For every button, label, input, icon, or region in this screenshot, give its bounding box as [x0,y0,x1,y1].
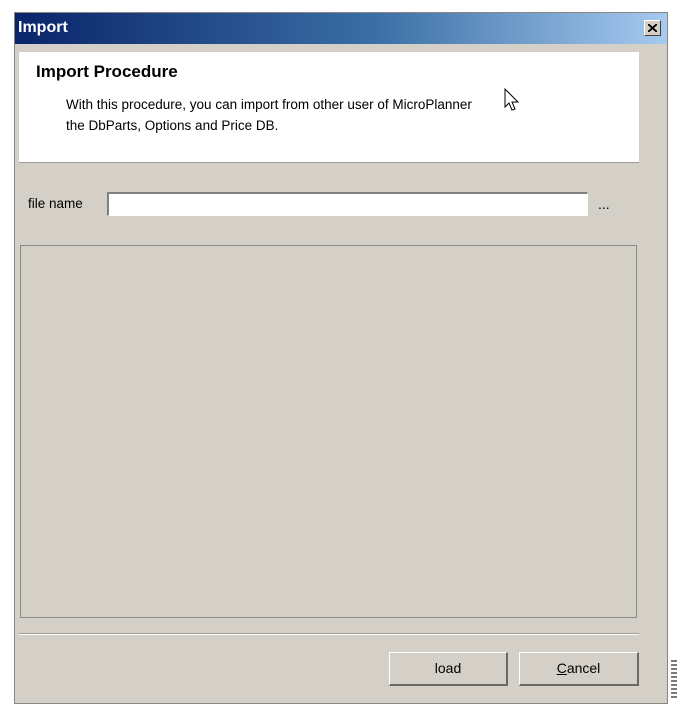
edge-mark [671,660,677,700]
file-name-input[interactable] [107,192,588,216]
load-button[interactable]: load [389,652,508,686]
description-line-1: With this procedure, you can import from… [66,97,472,112]
separator-line [19,633,639,635]
description-line-2: the DbParts, Options and Price DB. [66,118,279,133]
header-title: Import Procedure [36,62,178,81]
header-panel: Import Procedure With this procedure, yo… [19,52,639,163]
file-name-label: file name [28,196,83,211]
close-icon [648,24,657,32]
preview-area [20,245,637,618]
cancel-button[interactable]: Cancel [519,652,639,686]
title-bar[interactable]: Import [15,13,667,44]
browse-button[interactable]: ... [598,196,610,212]
mouse-cursor-icon [504,88,520,111]
header-description: With this procedure, you can import from… [66,94,626,136]
window-title: Import [18,19,68,36]
close-button[interactable] [644,20,661,36]
